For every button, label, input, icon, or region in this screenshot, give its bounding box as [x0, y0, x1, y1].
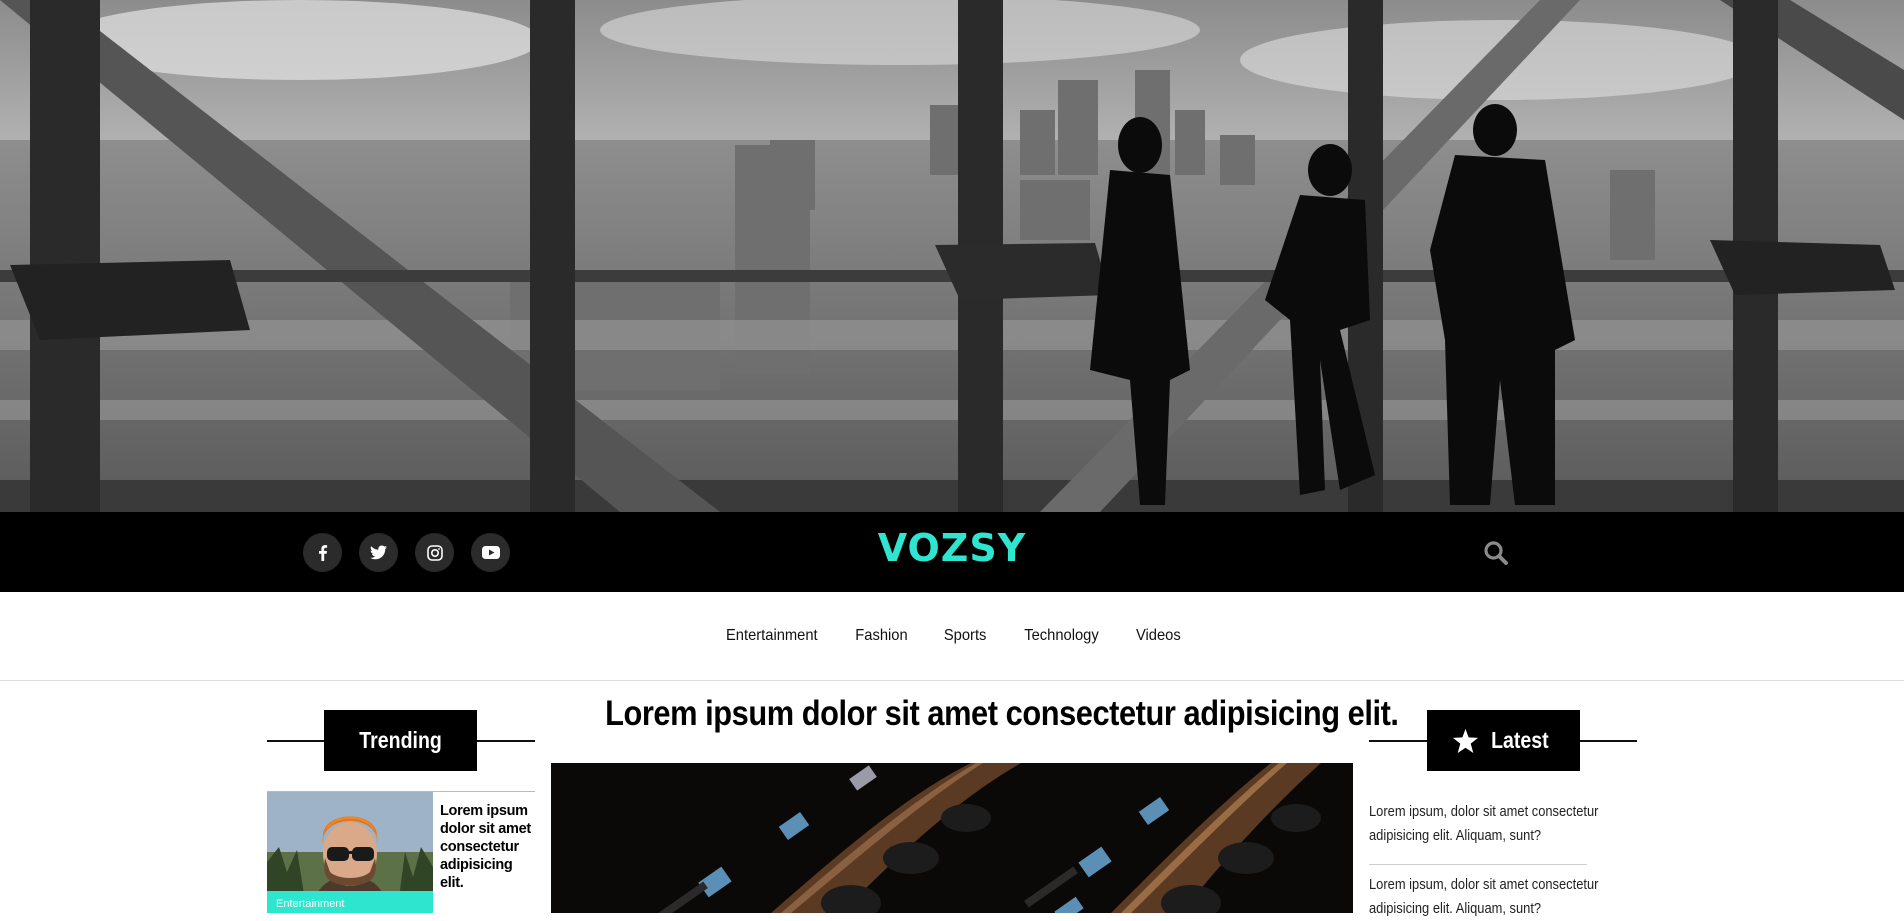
- search-icon: [1484, 541, 1508, 565]
- latest-article-line: adipisicing elit. Aliquam, sunt?: [1369, 827, 1542, 844]
- latest-header: Latest: [1369, 710, 1637, 771]
- latest-article-line: Lorem ipsum, dolor sit amet consectetur: [1369, 876, 1599, 893]
- nav-item-entertainment[interactable]: Entertainment: [726, 627, 818, 645]
- latest-article[interactable]: Lorem ipsum, dolor sit amet consectetur …: [1369, 800, 1599, 848]
- trending-article-thumbnail[interactable]: Entertainment: [267, 792, 433, 913]
- featured-image[interactable]: [551, 763, 1353, 913]
- latest-article-line: adipisicing elit. Aliquam, sunt?: [1369, 900, 1542, 917]
- trending-header: Trending: [267, 710, 535, 771]
- latest-divider: [1369, 864, 1587, 865]
- nav-item-technology[interactable]: Technology: [1024, 627, 1098, 645]
- top-bar: VOZSY: [0, 512, 1904, 592]
- trending-heading: Trending: [359, 727, 442, 753]
- search-button[interactable]: [1482, 539, 1510, 567]
- latest-heading-box: Latest: [1427, 710, 1580, 771]
- trending-heading-box: Trending: [324, 710, 477, 771]
- hero-image: [0, 0, 1904, 512]
- star-icon: [1453, 728, 1479, 753]
- site-logo[interactable]: VOZSY: [0, 526, 1904, 570]
- latest-heading: Latest: [1491, 727, 1549, 753]
- trending-article-title[interactable]: Lorem ipsum dolor sit amet consectetur a…: [440, 802, 532, 892]
- nav-item-fashion[interactable]: Fashion: [856, 627, 908, 645]
- nav-item-videos[interactable]: Videos: [1135, 627, 1180, 645]
- nav-item-sports[interactable]: Sports: [944, 627, 987, 645]
- latest-article[interactable]: Lorem ipsum, dolor sit amet consectetur …: [1369, 873, 1599, 921]
- featured-headline-text: Lorem ipsum dolor sit amet consectetur a…: [605, 694, 1399, 733]
- latest-article-line: Lorem ipsum, dolor sit amet consectetur: [1369, 803, 1599, 820]
- category-badge[interactable]: Entertainment: [267, 891, 433, 913]
- trending-article[interactable]: Entertainment Lorem ipsum dolor sit amet…: [267, 792, 535, 913]
- featured-headline[interactable]: Lorem ipsum dolor sit amet consectetur a…: [551, 694, 1399, 734]
- main-nav: Entertainment Fashion Sports Technology …: [0, 592, 1904, 681]
